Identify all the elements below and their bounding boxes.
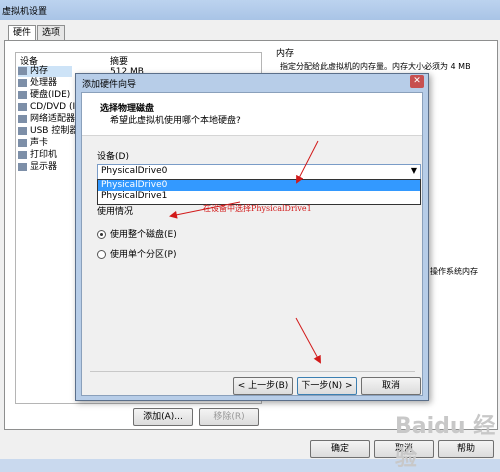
arrow-to-dropdown: [296, 140, 319, 184]
arrow-to-whole-disk: [169, 201, 241, 219]
annotation-arrows: [169, 140, 321, 364]
arrow-to-next: [295, 317, 321, 364]
watermark-logo: Baidu 经验: [395, 414, 496, 471]
tab-hardware[interactable]: 硬件: [8, 25, 37, 40]
